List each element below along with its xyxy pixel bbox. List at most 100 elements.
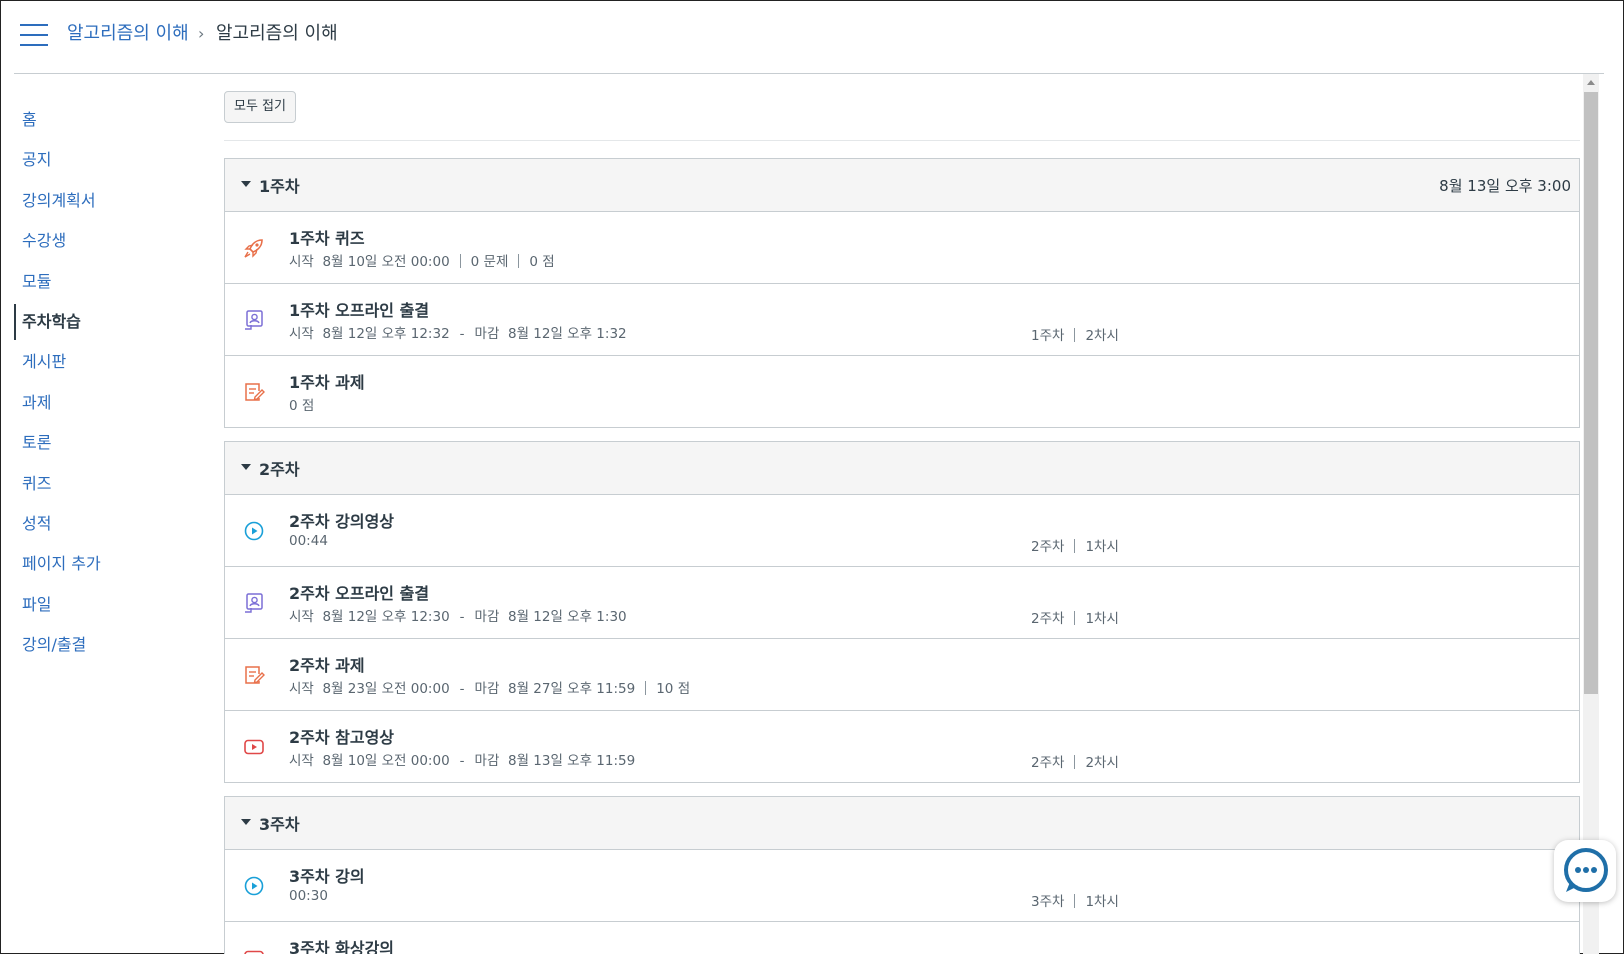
chat-button[interactable] <box>1554 840 1616 902</box>
module-date: 8월 13일 오후 3:00 <box>1439 177 1571 195</box>
page-header: 알고리즘의 이해 › 알고리즘의 이해 <box>14 0 1604 74</box>
sidebar-item-announcements[interactable]: 공지 <box>14 140 194 180</box>
week-label: 2주차 <box>1031 611 1065 627</box>
start-date: 8월 10일 오전 00:00 <box>322 753 450 769</box>
item-title[interactable]: 3주차 화상강의 <box>289 935 394 954</box>
sidebar-item-home[interactable]: 홈 <box>14 100 194 140</box>
item-meta: 00:30 <box>289 888 328 904</box>
module-header[interactable]: 1주차 8월 13일 오후 3:00 <box>225 159 1579 212</box>
module-item[interactable]: 1주차 오프라인 출결 시작 8월 12일 오후 12:32- 마감 8월 12일… <box>225 284 1579 356</box>
item-title[interactable]: 2주차 강의영상 <box>289 508 394 532</box>
sidebar-item-lecture-attendance[interactable]: 강의/출결 <box>14 625 194 665</box>
divider <box>1074 755 1076 769</box>
session-label: 1차시 <box>1085 611 1119 627</box>
module-item[interactable]: 2주차 오프라인 출결 시작 8월 12일 오후 12:30- 마감 8월 12일… <box>225 567 1579 639</box>
module-week-1: 1주차 8월 13일 오후 3:00 1주차 퀴즈 시작 8월 10일 오전 0… <box>224 158 1580 428</box>
module-item[interactable]: 2주차 참고영상 시작 8월 10일 오전 00:00- 마감 8월 13일 오후… <box>225 711 1579 782</box>
item-title[interactable]: 2주차 오프라인 출결 <box>289 580 429 604</box>
item-week-session: 1주차 2차시 <box>1031 324 1119 344</box>
offline-attendance-icon <box>245 593 263 613</box>
sidebar-item-discussions[interactable]: 토론 <box>14 423 194 463</box>
sidebar-item-modules[interactable]: 모듈 <box>14 262 194 302</box>
course-sidebar: 홈 공지 강의계획서 수강생 모듈 주차학습 게시판 과제 토론 퀴즈 성적 페… <box>14 100 194 665</box>
sidebar-item-add-page[interactable]: 페이지 추가 <box>14 544 194 584</box>
sidebar-item-assignments[interactable]: 과제 <box>14 383 194 423</box>
breadcrumb-course-link[interactable]: 알고리즘의 이해 <box>67 20 189 48</box>
due-date: 8월 13일 오후 11:59 <box>507 753 636 769</box>
start-date: 8월 12일 오후 12:30 <box>322 609 450 625</box>
item-title[interactable]: 1주차 과제 <box>289 369 365 393</box>
caret-down-icon[interactable] <box>241 464 251 470</box>
sidebar-item-people[interactable]: 수강생 <box>14 221 194 261</box>
due-label: 마감 <box>474 753 500 769</box>
sidebar-item-board[interactable]: 게시판 <box>14 342 194 382</box>
caret-down-icon[interactable] <box>241 819 251 825</box>
start-label: 시작 <box>289 753 314 769</box>
item-title[interactable]: 2주차 과제 <box>289 652 365 676</box>
scrollbar-thumb[interactable] <box>1584 92 1598 694</box>
module-week-3: 3주차 3주차 강의 00:30 3주차 1차시 3주차 화상강의 <box>224 796 1580 954</box>
sidebar-item-quizzes[interactable]: 퀴즈 <box>14 464 194 504</box>
week-label: 2주차 <box>1031 755 1065 771</box>
points: 10 점 <box>656 681 691 697</box>
module-item[interactable]: 2주차 과제 시작 8월 23일 오전 00:00- 마감 8월 27일 오후 1… <box>225 639 1579 711</box>
divider <box>1074 894 1076 908</box>
sidebar-item-syllabus[interactable]: 강의계획서 <box>14 181 194 221</box>
week-label: 1주차 <box>1031 328 1065 344</box>
vertical-scrollbar[interactable] <box>1583 74 1599 954</box>
session-label: 1차시 <box>1085 539 1119 555</box>
caret-down-icon[interactable] <box>241 181 251 187</box>
collapse-all-button[interactable]: 모두 접기 <box>224 91 296 123</box>
item-meta: 00:44 <box>289 533 328 549</box>
item-title[interactable]: 1주차 오프라인 출결 <box>289 297 429 321</box>
hamburger-menu-icon[interactable] <box>20 24 48 46</box>
start-date: 8월 10일 오전 00:00 <box>322 254 450 270</box>
divider <box>645 681 647 695</box>
module-item[interactable]: 3주차 강의 00:30 3주차 1차시 <box>225 850 1579 922</box>
duration: 00:44 <box>289 533 328 549</box>
dash: - <box>459 326 465 342</box>
module-item[interactable]: 1주차 과제 0 점 <box>225 356 1579 427</box>
sidebar-item-files[interactable]: 파일 <box>14 585 194 625</box>
start-date: 8월 12일 오후 12:32 <box>322 326 450 342</box>
module-item[interactable]: 2주차 강의영상 00:44 2주차 1차시 <box>225 495 1579 567</box>
due-label: 마감 <box>474 326 500 342</box>
module-title: 2주차 <box>259 460 300 479</box>
scroll-up-arrow-icon[interactable] <box>1587 80 1595 85</box>
divider <box>1074 539 1076 553</box>
due-label: 마감 <box>474 609 500 625</box>
dash: - <box>459 681 465 697</box>
sidebar-item-weekly-learning[interactable]: 주차학습 <box>14 302 194 342</box>
divider <box>1074 328 1076 342</box>
item-week-session: 2주차 1차시 <box>1031 535 1119 555</box>
points: 0 점 <box>289 398 315 414</box>
item-title[interactable]: 1주차 퀴즈 <box>289 225 365 249</box>
assignment-icon <box>245 383 265 401</box>
item-week-session: 3주차 1차시 <box>1031 890 1119 910</box>
due-date: 8월 12일 오후 1:32 <box>507 326 627 342</box>
module-item[interactable]: 1주차 퀴즈 시작 8월 10일 오전 00:00 0 문제 0 점 <box>225 212 1579 284</box>
item-week-session: 2주차 1차시 <box>1031 607 1119 627</box>
module-header[interactable]: 3주차 <box>225 797 1579 850</box>
start-label: 시작 <box>289 681 314 697</box>
divider <box>1074 611 1076 625</box>
module-week-2: 2주차 2주차 강의영상 00:44 2주차 1차시 2주차 오프라인 출결 시작… <box>224 441 1580 783</box>
module-item[interactable]: 3주차 화상강의 <box>225 922 1579 954</box>
item-meta: 시작 8월 12일 오후 12:32- 마감 8월 12일 오후 1:32 <box>289 322 627 342</box>
week-label: 3주차 <box>1031 894 1065 910</box>
dash: - <box>459 609 465 625</box>
start-label: 시작 <box>289 609 314 625</box>
dash: - <box>459 753 465 769</box>
due-label: 마감 <box>474 681 500 697</box>
module-header[interactable]: 2주차 <box>225 442 1579 495</box>
divider <box>224 140 1580 141</box>
item-title[interactable]: 2주차 참고영상 <box>289 724 394 748</box>
start-label: 시작 <box>289 326 314 342</box>
session-label: 2차시 <box>1085 755 1119 771</box>
item-meta: 시작 8월 10일 오전 00:00 0 문제 0 점 <box>289 250 555 270</box>
breadcrumb-current: 알고리즘의 이해 <box>216 23 338 44</box>
sidebar-item-grades[interactable]: 성적 <box>14 504 194 544</box>
item-title[interactable]: 3주차 강의 <box>289 863 365 887</box>
item-meta: 시작 8월 12일 오후 12:30- 마감 8월 12일 오후 1:30 <box>289 605 627 625</box>
start-date: 8월 23일 오전 00:00 <box>322 681 450 697</box>
